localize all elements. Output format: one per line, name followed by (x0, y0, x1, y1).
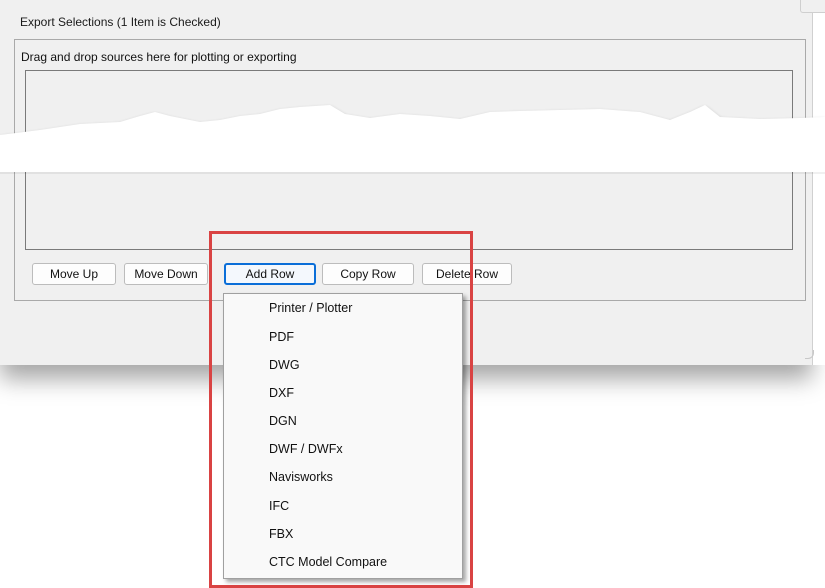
torn-gap (0, 105, 825, 174)
window-edge (812, 172, 813, 365)
window-outside-strip (812, 172, 825, 365)
highlight-annotation-box (209, 231, 473, 588)
drag-drop-hint: Drag and drop sources here for plotting … (21, 50, 297, 64)
export-selections-title: Export Selections (1 Item is Checked) (20, 15, 221, 29)
move-up-button[interactable]: Move Up (32, 263, 116, 285)
move-down-button[interactable]: Move Down (124, 263, 208, 285)
